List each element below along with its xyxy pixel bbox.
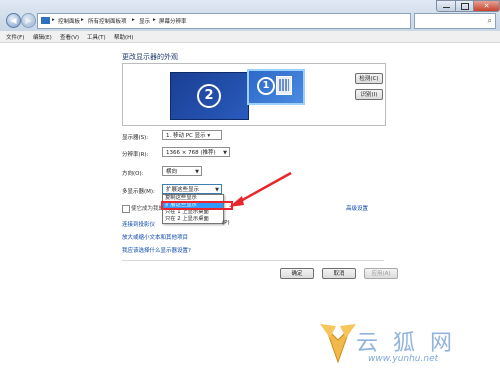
cancel-button[interactable]: 取消 — [322, 268, 356, 279]
orientation-select[interactable]: 横向 ▼ — [162, 166, 202, 176]
orientation-label: 方向(O): — [122, 171, 144, 177]
multi-display-label: 多显示器(M): — [122, 189, 155, 195]
dropdown-option-only-2[interactable]: 只在 2 上显示桌面 — [163, 216, 223, 223]
detect-button[interactable]: 检测(C) — [355, 73, 383, 84]
monitor-preview-area: 2 1 检测(C) 识别(I) — [122, 63, 386, 126]
page-title: 更改显示器的外观 — [122, 53, 178, 61]
dropdown-option-only-1[interactable]: 只在 1 上显示桌面 — [163, 209, 223, 216]
resolution-select-value: 1366 × 768 (推荐) — [166, 150, 216, 156]
text-size-link[interactable]: 放大或缩小文本和其他项目 — [122, 233, 188, 241]
menu-file[interactable]: 文件(F) — [6, 33, 24, 41]
breadcrumb-display[interactable]: 显示 — [139, 17, 150, 25]
chevron-down-icon: ▼ — [195, 169, 199, 175]
projector-link[interactable]: 连接到投影仪 — [122, 220, 155, 228]
advanced-settings-link[interactable]: 高级设置 — [346, 204, 368, 212]
search-icon: ⌕ — [487, 16, 492, 25]
multi-display-select[interactable]: 扩展这些显示 ▼ — [162, 184, 222, 194]
projector-link-suffix: (P) — [222, 220, 230, 226]
back-arrow-icon[interactable]: ◀ — [6, 13, 21, 28]
menu-bar: 文件(F) 编辑(E) 查看(V) 工具(T) 帮助(H) — [0, 31, 500, 43]
menu-view[interactable]: 查看(V) — [60, 33, 79, 41]
highlight-box — [161, 201, 233, 210]
display-select-value: 1. 移动 PC 显示 ▾ — [166, 133, 211, 139]
breadcrumb-sep: ▸ — [153, 17, 156, 23]
breadcrumb-sep: ▸ — [52, 17, 55, 23]
divider — [122, 260, 384, 261]
watermark-url: www.yunhu.net — [368, 354, 439, 364]
search-input[interactable]: ⌕ — [414, 13, 496, 29]
main-display-checkbox-label: 使它成为我的 — [131, 206, 165, 212]
display-select[interactable]: 1. 移动 PC 显示 ▾ — [162, 130, 222, 140]
monitor-1[interactable]: 1 — [247, 69, 305, 105]
breadcrumb-sep: ▸ — [132, 17, 135, 23]
monitor-2[interactable]: 2 — [170, 72, 249, 120]
main-display-checkbox[interactable] — [122, 205, 130, 213]
watermark-brand: 云 狐 网 — [356, 331, 456, 356]
address-bar-area: ◀ ▶ ▸ 控制面板 ▸ 所有控制面板项 ▸ 显示 ▸ 屏幕分辨率 ⌕ ✕ — [0, 0, 500, 32]
ok-button[interactable]: 确定 — [280, 268, 314, 279]
control-panel-icon — [41, 17, 50, 24]
multi-display-select-value: 扩展这些显示 — [166, 187, 200, 193]
breadcrumb-resolution[interactable]: 屏幕分辨率 — [159, 17, 187, 25]
which-settings-link[interactable]: 我应该选择什么显示器设置? — [122, 246, 191, 254]
breadcrumb-sep: ▸ — [81, 17, 84, 23]
monitor-1-number: 1 — [257, 77, 275, 95]
fox-logo-icon — [320, 324, 356, 364]
identify-button[interactable]: 识别(I) — [355, 89, 383, 100]
menu-tools[interactable]: 工具(T) — [87, 33, 106, 41]
resolution-select[interactable]: 1366 × 768 (推荐) ▼ — [162, 147, 230, 157]
menu-edit[interactable]: 编辑(E) — [33, 33, 52, 41]
close-icon[interactable]: ✕ — [473, 0, 500, 12]
orientation-select-value: 横向 — [166, 169, 178, 175]
display-label: 显示器(S): — [122, 135, 149, 141]
resolution-label: 分辨率(R): — [122, 152, 149, 158]
address-bar[interactable]: ▸ 控制面板 ▸ 所有控制面板项 ▸ 显示 ▸ 屏幕分辨率 — [37, 13, 411, 29]
arrow-annotation-icon — [229, 171, 292, 207]
minimize-icon[interactable] — [436, 0, 456, 12]
menu-help[interactable]: 帮助(H) — [114, 33, 133, 41]
breadcrumb-all-items[interactable]: 所有控制面板项 — [88, 17, 127, 25]
breadcrumb-control-panel[interactable]: 控制面板 — [58, 17, 80, 25]
apply-button[interactable]: 应用(A) — [364, 268, 398, 279]
forward-arrow-icon[interactable]: ▶ — [21, 13, 36, 28]
monitor-grid-icon — [276, 76, 292, 95]
maximize-icon[interactable] — [455, 0, 474, 12]
chevron-down-icon: ▼ — [223, 150, 227, 156]
monitor-2-number: 2 — [197, 84, 221, 108]
